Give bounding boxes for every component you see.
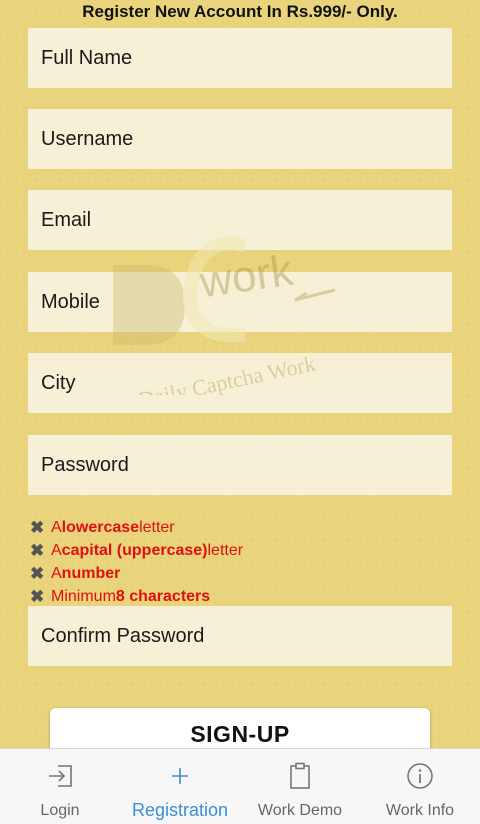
clipboard-icon bbox=[285, 761, 315, 791]
bottom-tab-bar: Login Registration Work Demo Work Info bbox=[0, 748, 480, 824]
rule-text: A bbox=[51, 565, 62, 582]
info-icon bbox=[405, 761, 435, 791]
username-input[interactable] bbox=[41, 109, 452, 170]
tab-label: Work Info bbox=[385, 802, 455, 819]
city-input[interactable] bbox=[41, 353, 452, 414]
cross-icon: ✖ bbox=[30, 518, 45, 537]
tab-work-demo[interactable]: Work Demo bbox=[240, 749, 360, 824]
mobile-input[interactable] bbox=[41, 272, 452, 333]
rule-bold: capital (uppercase) bbox=[61, 542, 208, 559]
rule-text: letter bbox=[139, 519, 175, 536]
password-rule: ✖ A number bbox=[30, 562, 243, 585]
cross-icon: ✖ bbox=[30, 564, 45, 583]
confirm-password-field[interactable] bbox=[28, 606, 452, 667]
rule-bold: number bbox=[61, 565, 121, 582]
tab-label: Work Demo bbox=[257, 802, 343, 819]
login-icon bbox=[45, 761, 75, 791]
password-rule: ✖ A capital (uppercase) letter bbox=[30, 539, 243, 562]
rule-bold: 8 characters bbox=[115, 588, 211, 605]
rule-text: A bbox=[51, 519, 62, 536]
city-field[interactable] bbox=[28, 353, 452, 414]
tab-registration[interactable]: Registration bbox=[120, 749, 240, 824]
plus-icon bbox=[165, 761, 195, 791]
rule-bold: lowercase bbox=[61, 519, 140, 536]
tab-label: Registration bbox=[131, 800, 229, 820]
page-title: Register New Account In Rs.999/- Only. bbox=[82, 2, 398, 21]
tab-label: Login bbox=[40, 802, 80, 819]
username-field[interactable] bbox=[28, 109, 452, 170]
rule-text: letter bbox=[207, 542, 244, 559]
email-field[interactable] bbox=[28, 190, 452, 251]
rule-text: A bbox=[51, 542, 62, 559]
rule-text: Minimum bbox=[51, 588, 116, 605]
password-field[interactable] bbox=[28, 435, 452, 496]
tab-login[interactable]: Login bbox=[0, 749, 120, 824]
tab-work-info[interactable]: Work Info bbox=[360, 749, 480, 824]
password-rules: ✖ A lowercase letter ✖ A capital (upperc… bbox=[30, 516, 243, 608]
confirm-password-input[interactable] bbox=[41, 606, 452, 667]
cross-icon: ✖ bbox=[30, 541, 45, 560]
password-rule: ✖ A lowercase letter bbox=[30, 516, 243, 539]
password-rule: ✖ Minimum 8 characters bbox=[30, 585, 243, 608]
cross-icon: ✖ bbox=[30, 587, 45, 606]
password-input[interactable] bbox=[41, 435, 452, 496]
full-name-input[interactable] bbox=[41, 28, 452, 89]
full-name-field[interactable] bbox=[28, 28, 452, 89]
mobile-field[interactable] bbox=[28, 272, 452, 333]
email-input[interactable] bbox=[41, 190, 452, 251]
